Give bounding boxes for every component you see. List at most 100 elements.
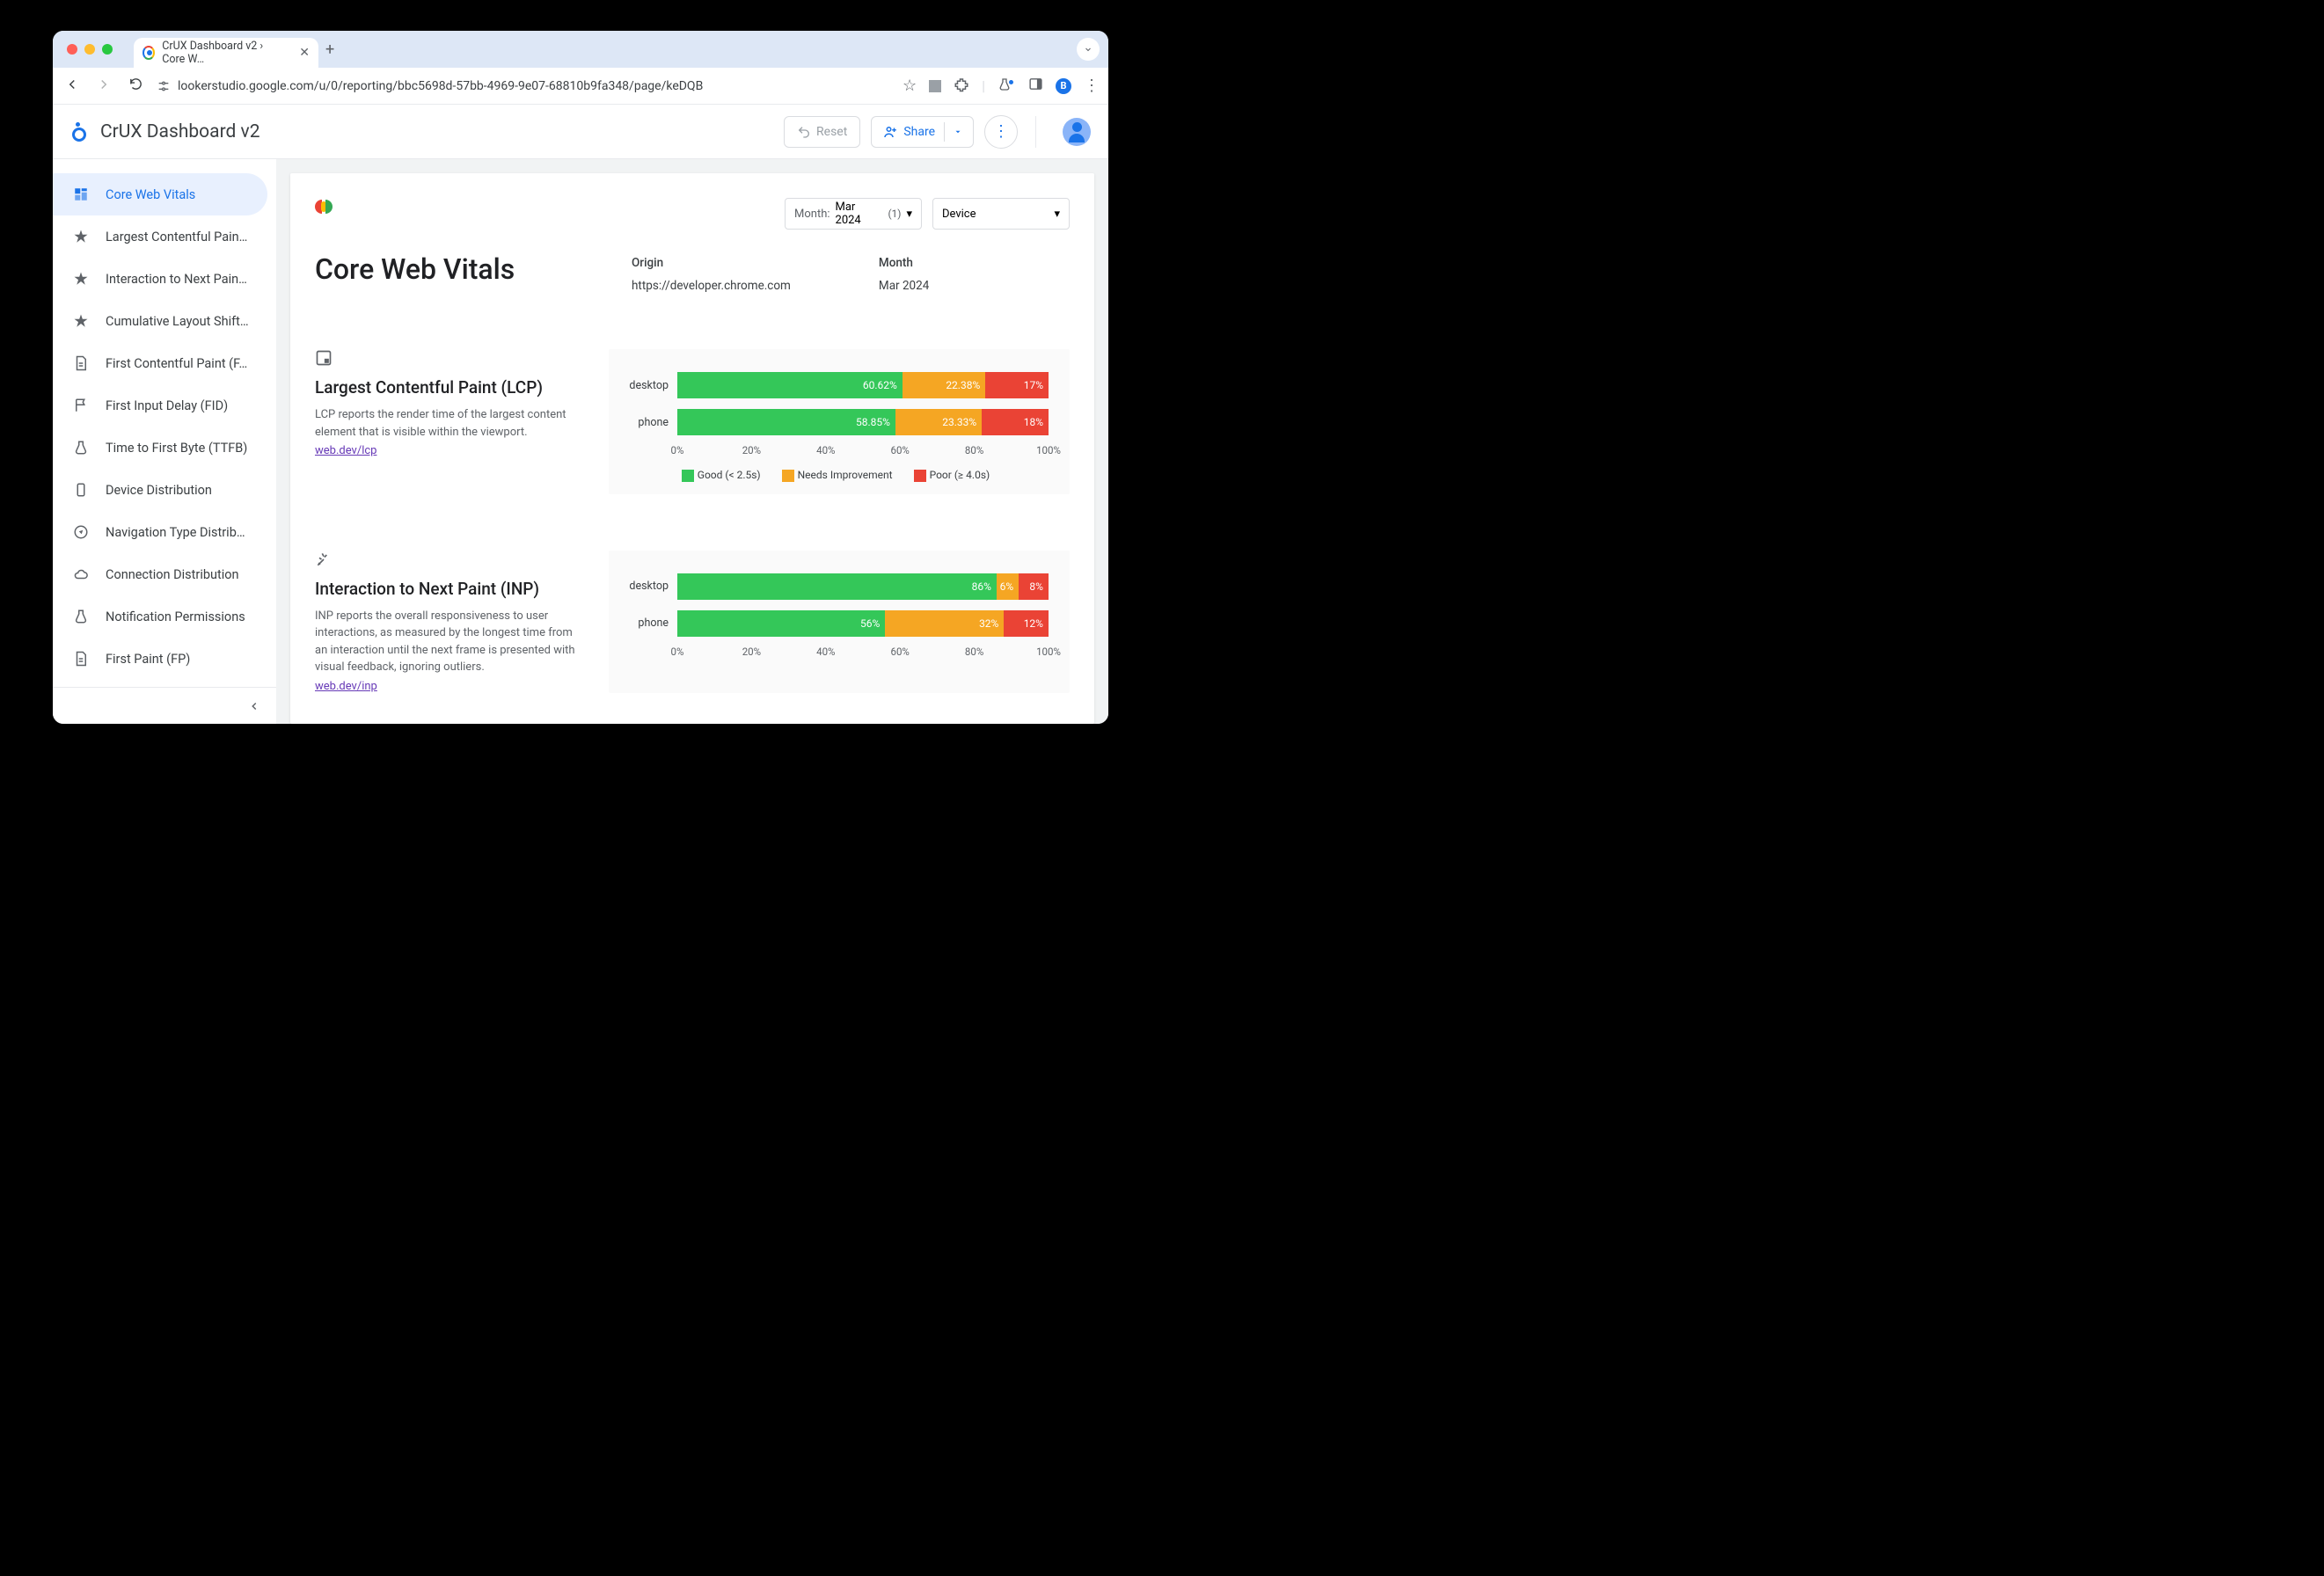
url-bar: lookerstudio.google.com/u/0/reporting/bb…	[53, 68, 1108, 105]
browser-menu-icon[interactable]: ⋮	[1084, 77, 1100, 95]
sidebar-item-label: Largest Contentful Pain…	[106, 230, 247, 244]
stacked-bar-chart: desktop60.62%22.38%17%phone58.85%23.33%1…	[609, 349, 1070, 494]
reload-button[interactable]	[125, 77, 146, 95]
extensions-icon[interactable]	[954, 77, 969, 96]
sidebar-item-7[interactable]: Device Distribution	[53, 469, 267, 511]
traffic-lights	[67, 44, 113, 55]
star-icon	[72, 313, 90, 329]
origin-label: Origin	[632, 256, 791, 270]
sidebar-item-10[interactable]: Notification Permissions	[53, 595, 267, 638]
bar-segment: 17%	[985, 372, 1049, 398]
bar-segment: 58.85%	[677, 409, 895, 435]
site-settings-icon	[157, 79, 171, 93]
sidebar-item-label: Navigation Type Distrib…	[106, 525, 245, 540]
stacked-bar-chart: desktop86%6%8%phone56%32%12%0%20%40%60%8…	[609, 551, 1070, 693]
new-tab-button[interactable]: +	[325, 40, 334, 59]
bookmark-star-icon[interactable]: ☆	[903, 77, 917, 95]
forward-button[interactable]	[93, 77, 114, 96]
app-header: CrUX Dashboard v2 Reset Share ⋮	[53, 105, 1108, 159]
sidepanel-icon[interactable]	[1028, 77, 1043, 95]
extension-box-icon[interactable]	[929, 80, 941, 92]
metric-title: Interaction to Next Paint (INP)	[315, 579, 588, 599]
undo-icon	[797, 125, 811, 139]
doc-icon	[72, 355, 90, 371]
metric-icon	[315, 349, 588, 370]
metric-description: LCP reports the render time of the large…	[315, 406, 588, 441]
metric-link[interactable]: web.dev/inp	[315, 680, 377, 693]
labs-icon[interactable]	[998, 77, 1016, 95]
dashboard-icon	[72, 186, 90, 202]
cloud-icon	[72, 566, 90, 582]
back-button[interactable]	[62, 77, 83, 96]
bar-row: desktop86%6%8%	[623, 572, 1049, 602]
metric-link[interactable]: web.dev/lcp	[315, 444, 376, 457]
more-options-button[interactable]: ⋮	[984, 115, 1018, 149]
bar-segment: 8%	[1019, 573, 1049, 600]
device-filter-dropdown[interactable]: Device ▾	[932, 198, 1070, 230]
sidebar-item-5[interactable]: First Input Delay (FID)	[53, 384, 267, 427]
sidebar-item-1[interactable]: Largest Contentful Pain…	[53, 215, 267, 258]
compass-icon	[72, 524, 90, 540]
minimize-window-icon[interactable]	[84, 44, 95, 55]
bar-segment: 86%	[677, 573, 997, 600]
tab-title: CrUX Dashboard v2 › Core W…	[162, 40, 287, 66]
collapse-sidebar-button[interactable]	[53, 687, 276, 724]
close-tab-icon[interactable]: ✕	[299, 46, 310, 60]
star-icon	[72, 229, 90, 244]
bar-category-label: desktop	[623, 379, 677, 392]
sidebar-item-6[interactable]: Time to First Byte (TTFB)	[53, 427, 267, 469]
sidebar-item-label: Connection Distribution	[106, 567, 239, 582]
bar-segment: 56%	[677, 610, 885, 637]
page-title: Core Web Vitals	[315, 252, 596, 293]
sidebar: Core Web Vitals Largest Contentful Pain… I…	[53, 159, 276, 724]
month-filter-dropdown[interactable]: Month: Mar 2024 (1) ▾	[785, 198, 922, 230]
sidebar-item-label: First Contentful Paint (F…	[106, 356, 247, 371]
sidebar-item-8[interactable]: Navigation Type Distrib…	[53, 511, 267, 553]
sidebar-item-label: Time to First Byte (TTFB)	[106, 441, 247, 456]
metric-title: Largest Contentful Paint (LCP)	[315, 377, 588, 398]
bar-row: phone56%32%12%	[623, 609, 1049, 638]
close-window-icon[interactable]	[67, 44, 77, 55]
metric-description: INP reports the overall responsiveness t…	[315, 608, 588, 676]
sidebar-item-9[interactable]: Connection Distribution	[53, 553, 267, 595]
chevron-left-icon	[248, 700, 260, 712]
month-value: Mar 2024	[879, 279, 929, 293]
bar-category-label: desktop	[623, 580, 677, 593]
browser-tab[interactable]: CrUX Dashboard v2 › Core W… ✕	[134, 38, 318, 68]
bar-segment: 22.38%	[903, 372, 985, 398]
address-bar[interactable]: lookerstudio.google.com/u/0/reporting/bb…	[157, 79, 892, 93]
sidebar-item-3[interactable]: Cumulative Layout Shift…	[53, 300, 267, 342]
bar-segment: 18%	[982, 409, 1049, 435]
sidebar-item-11[interactable]: First Paint (FP)	[53, 638, 267, 680]
browser-window: CrUX Dashboard v2 › Core W… ✕ + lookerst…	[53, 31, 1108, 724]
person-add-icon	[882, 124, 898, 140]
flag-icon	[72, 398, 90, 413]
doc-icon	[72, 651, 90, 667]
titlebar: CrUX Dashboard v2 › Core W… ✕ +	[53, 31, 1108, 68]
bar-segment: 6%	[997, 573, 1019, 600]
sidebar-item-0[interactable]: Core Web Vitals	[53, 173, 267, 215]
metric-section: Interaction to Next Paint (INP) INP repor…	[315, 551, 1070, 693]
bar-segment: 32%	[885, 610, 1004, 637]
tabs-dropdown-button[interactable]	[1077, 38, 1100, 61]
reset-button[interactable]: Reset	[784, 116, 860, 148]
looker-favicon-icon	[143, 46, 155, 60]
chart-legend: Good (< 2.5s)Needs ImprovementPoor (≥ 4.…	[623, 469, 1049, 482]
maximize-window-icon[interactable]	[102, 44, 113, 55]
bar-category-label: phone	[623, 617, 677, 630]
origin-value: https://developer.chrome.com	[632, 279, 791, 293]
star-icon	[72, 271, 90, 287]
caret-down-icon	[954, 128, 962, 136]
profile-avatar-icon[interactable]: B	[1056, 78, 1071, 94]
report-title: CrUX Dashboard v2	[100, 121, 260, 142]
share-button[interactable]: Share	[871, 116, 974, 148]
account-avatar[interactable]	[1063, 118, 1091, 146]
sidebar-item-label: Notification Permissions	[106, 609, 245, 624]
chart-axis: 0%20%40%60%80%100%	[677, 444, 1049, 460]
flask-icon	[72, 440, 90, 456]
caret-down-icon: ▾	[1054, 208, 1060, 221]
sidebar-item-2[interactable]: Interaction to Next Pain…	[53, 258, 267, 300]
bar-segment: 12%	[1004, 610, 1049, 637]
sidebar-item-4[interactable]: First Contentful Paint (F…	[53, 342, 267, 384]
report-canvas: Month: Mar 2024 (1) ▾ Device ▾ Core Web …	[276, 159, 1108, 724]
